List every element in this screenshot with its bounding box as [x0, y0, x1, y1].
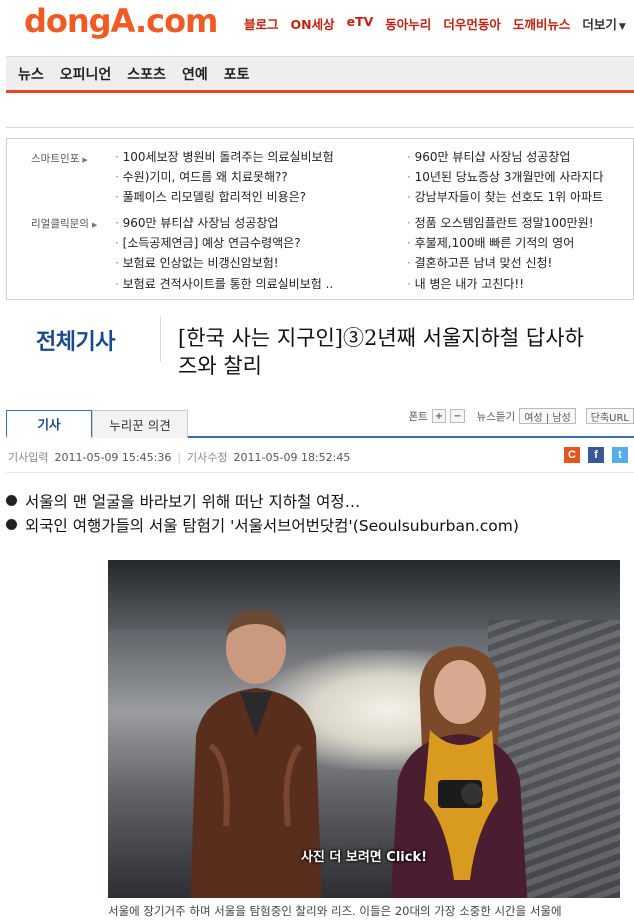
listen-label: 뉴스듣기 [476, 410, 516, 423]
section-entertainment[interactable]: 연예 [182, 64, 208, 84]
site-logo[interactable]: dongA.com [24, 2, 218, 42]
ad-link[interactable]: 960만 뷰티샵 사장님 성공창업 [115, 213, 333, 233]
ad-link[interactable]: 결혼하고픈 남녀 맞선 신청! [407, 253, 594, 273]
ad-link[interactable]: 100세보장 병원비 돌려주는 의료실비보험 [115, 147, 334, 167]
section-sports[interactable]: 스포츠 [127, 64, 166, 84]
photo-caption: 서울에 장기거주 하며 서울을 탐험중인 찰리와 리즈. 이들은 20대의 가장… [108, 904, 562, 918]
article-summary: 서울의 맨 얼굴을 바라보기 위해 떠난 지하철 여정… 외국인 여행가들의 서… [6, 490, 519, 538]
tab-comments[interactable]: 누리꾼 의견 [92, 410, 188, 438]
input-date: 2011-05-09 15:45:36 [54, 450, 172, 464]
bullet-icon [6, 519, 17, 530]
ad-group-label: 스마트인포 ▶ [31, 153, 88, 165]
divider [6, 472, 634, 473]
ad-link[interactable]: 10년된 당뇨증상 3개월만에 사라지다 [407, 167, 604, 187]
section-nav: 뉴스 오피니언 스포츠 연예 포토 [6, 56, 634, 90]
font-label: 폰트 [408, 410, 428, 423]
article-tabs: 기사 누리꾼 의견 폰트 + − 뉴스듣기 여성 | 남성 단축URL [6, 408, 634, 438]
ad-list: 100세보장 병원비 돌려주는 의료실비보험 수원)기미, 여드름 왜 치료못해… [115, 147, 334, 208]
ad-link[interactable]: 정품 오스템임플란트 정말100만원! [407, 213, 594, 233]
ad-link[interactable]: [소득공제연금] 예상 연금수령액은? [115, 233, 333, 253]
sponsored-links-box: 스마트인포▶ 리얼클릭문의▶ 100세보장 병원비 돌려주는 의료실비보험 수원… [6, 138, 634, 300]
article-tools: 폰트 + − 뉴스듣기 여성 | 남성 단축URL [408, 408, 634, 424]
facebook-icon[interactable]: f [588, 447, 604, 463]
section-opinion[interactable]: 오피니언 [60, 64, 112, 84]
ad-link[interactable]: 수원)기미, 여드름 왜 치료못해?? [115, 167, 334, 187]
modified-date-label: 기사수정 [187, 451, 228, 464]
font-increase-button[interactable]: + [431, 409, 447, 423]
ad-list: 960만 뷰티샵 사장님 성공창업 10년된 당뇨증상 3개월만에 사라지다 강… [407, 147, 604, 208]
nav-more-button[interactable]: 더보기 ▼ [582, 14, 625, 33]
section-news[interactable]: 뉴스 [18, 64, 44, 84]
short-url-button[interactable]: 단축URL [585, 408, 634, 424]
section-photo[interactable]: 포토 [224, 64, 250, 84]
bullet-icon [6, 495, 17, 506]
category-title: 전체기사 [36, 330, 115, 355]
tab-article[interactable]: 기사 [6, 410, 92, 438]
summary-line: 외국인 여행가들의 서울 탐험기 '서울서브어번닷컴'(Seoulsuburba… [6, 514, 519, 538]
article-photo[interactable]: 사진 더 보려면 Click! [108, 560, 620, 898]
ad-link[interactable]: 보험료 견적사이트를 통한 의료실비보험 .. [115, 274, 334, 294]
ad-group-label: 리얼클릭문의 ▶ [31, 218, 98, 230]
headline-line: 즈와 찰리 [178, 354, 262, 378]
share-buttons: C f t [564, 447, 628, 463]
nav-link-dokkaebi[interactable]: 도깨비뉴스 [513, 14, 571, 33]
ad-link[interactable]: 후불제,100배 빠른 기적의 영어 [407, 233, 594, 253]
caret-right-icon: ▶ [91, 221, 98, 229]
article-dates: 기사입력 2011-05-09 15:45:36 | 기사수정 2011-05-… [8, 449, 350, 465]
article-headline: [한국 사는 지구인]③2년째 서울지하철 답사하 즈와 찰리 [178, 324, 634, 380]
caret-right-icon: ▶ [82, 156, 88, 164]
nav-link-nuri[interactable]: 동아누리 [385, 14, 431, 33]
separator: | [177, 450, 182, 464]
top-nav: 블로그 ON세상 eTV 동아누리 더우먼동아 도깨비뉴스 더보기 ▼ [244, 14, 626, 33]
input-date-label: 기사입력 [8, 451, 49, 464]
ad-link[interactable]: 내 병은 내가 고친다!! [407, 274, 594, 294]
ad-link[interactable]: 960만 뷰티샵 사장님 성공창업 [407, 147, 604, 167]
divider [6, 127, 634, 128]
nav-link-etv[interactable]: eTV [347, 14, 374, 33]
photo-more-link[interactable]: 사진 더 보려면 Click! [108, 846, 620, 865]
divider [160, 316, 161, 362]
voice-select[interactable]: 여성 | 남성 [519, 408, 576, 424]
ad-link[interactable]: 풀페이스 리모델링 합리적인 비용은? [115, 187, 334, 207]
chevron-down-icon: ▼ [618, 22, 626, 32]
twitter-icon[interactable]: t [612, 447, 628, 463]
ad-list: 정품 오스템임플란트 정말100만원! 후불제,100배 빠른 기적의 영어 결… [407, 213, 594, 294]
ad-list: 960만 뷰티샵 사장님 성공창업 [소득공제연금] 예상 연금수령액은? 보험… [115, 213, 334, 294]
nav-link-blog[interactable]: 블로그 [244, 14, 279, 33]
top-bar: dongA.com 블로그 ON세상 eTV 동아누리 더우먼동아 도깨비뉴스 … [0, 0, 634, 50]
modified-date: 2011-05-09 18:52:45 [233, 450, 351, 464]
c-share-icon[interactable]: C [564, 447, 580, 463]
ad-link[interactable]: 강남부자들이 찾는 선호도 1위 아파트 [407, 187, 604, 207]
font-decrease-button[interactable]: − [450, 409, 465, 423]
nav-link-on[interactable]: ON세상 [291, 14, 335, 33]
ad-link[interactable]: 보험료 인상없는 비갱신암보험! [115, 253, 333, 273]
section-nav-underline [6, 90, 634, 93]
nav-link-woman[interactable]: 더우먼동아 [443, 14, 501, 33]
summary-line: 서울의 맨 얼굴을 바라보기 위해 떠난 지하철 여정… [6, 490, 519, 514]
headline-line: [한국 사는 지구인]③2년째 서울지하철 답사하 [178, 326, 584, 350]
